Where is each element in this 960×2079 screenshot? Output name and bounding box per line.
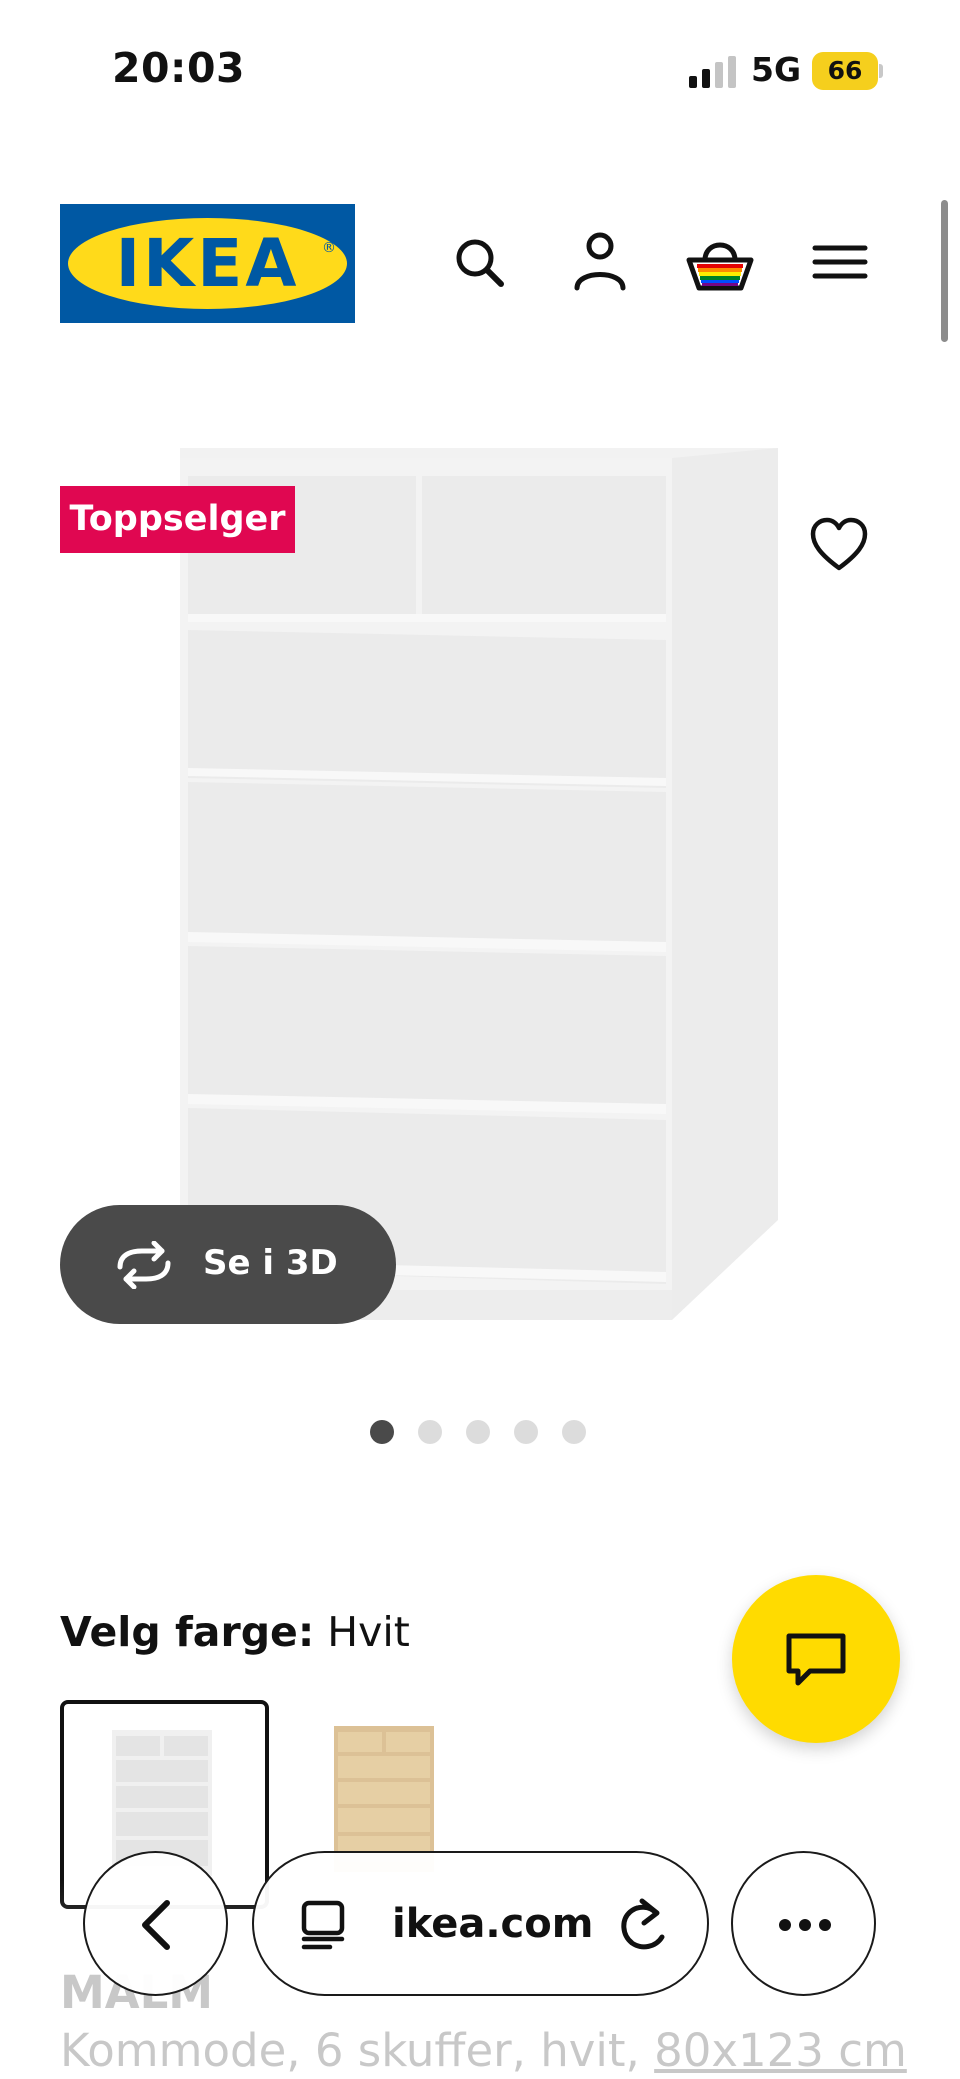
ikea-logo[interactable]: IKEA ® [60,204,355,323]
product-description-text: Kommode, 6 skuffer, hvit, [60,2024,640,2077]
logo-text: IKEA [115,225,300,302]
more-options-button[interactable] [731,1851,876,1996]
logo-registered-mark: ® [322,240,336,256]
battery-tip [879,64,883,78]
chat-button[interactable] [732,1575,900,1743]
carousel-dot[interactable] [370,1420,394,1444]
basket-icon [686,242,754,291]
more-icon [779,1919,831,1931]
search-icon [456,239,504,287]
bestseller-badge: Toppselger [60,486,295,553]
view-in-3d-label: Se i 3D [203,1243,338,1283]
view-in-3d-button[interactable]: Se i 3D [60,1205,396,1324]
scrollbar-thumb[interactable] [941,200,948,342]
basket-button[interactable] [685,224,755,300]
selected-color: Hvit [327,1608,410,1656]
product-description: Kommode, 6 skuffer, hvit, 80x123 cm [60,2024,907,2077]
carousel-dot[interactable] [418,1420,442,1444]
reader-mode-icon[interactable] [298,1899,348,1951]
color-label-prefix: Velg farge: [60,1608,315,1656]
account-button[interactable] [565,224,635,300]
product-size-link[interactable]: 80x123 cm [654,2024,907,2077]
carousel-dot[interactable] [562,1420,586,1444]
carousel-dot[interactable] [514,1420,538,1444]
favorite-button[interactable] [808,514,870,576]
reload-icon[interactable] [616,1897,670,1955]
rotate-3d-icon [117,1241,171,1289]
address-domain: ikea.com [392,1901,594,1947]
account-icon [574,232,626,291]
status-time: 20:03 [112,44,246,92]
heart-icon [810,517,868,571]
network-type: 5G [751,50,802,89]
chevron-left-icon [142,1900,170,1950]
address-bar[interactable]: ikea.com [252,1851,709,1996]
carousel-dot[interactable] [466,1420,490,1444]
battery-indicator: 66 [812,52,878,90]
chat-icon [786,1633,846,1686]
color-picker-label: Velg farge: Hvit [60,1608,410,1656]
menu-icon [812,245,868,279]
back-button[interactable] [83,1851,228,1996]
menu-button[interactable] [805,224,875,300]
search-button[interactable] [445,224,515,300]
signal-icon [689,56,736,88]
